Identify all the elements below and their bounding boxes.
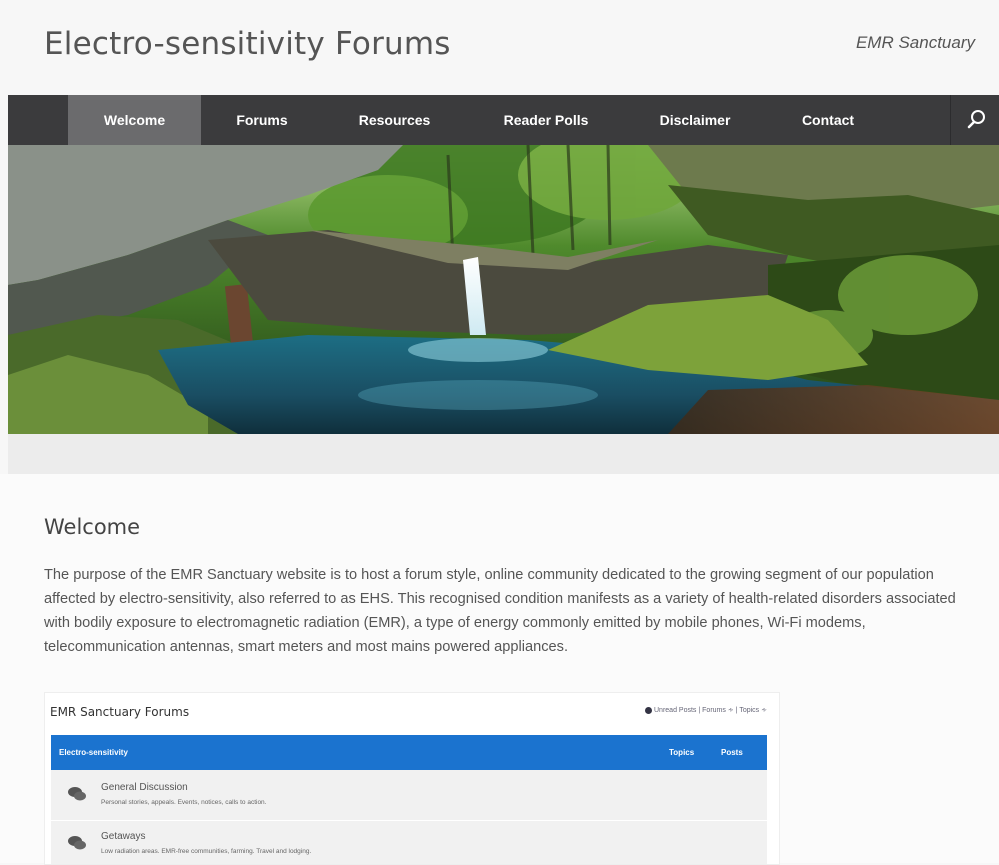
hero-divider-band: [8, 434, 999, 474]
search-button[interactable]: [950, 95, 999, 145]
nav-item-reader-polls[interactable]: Reader Polls: [466, 95, 626, 145]
column-posts: Posts: [721, 748, 743, 757]
nav-item-welcome[interactable]: Welcome: [68, 95, 201, 145]
search-icon: [967, 110, 985, 129]
chat-bubbles-icon: [68, 787, 86, 801]
forum-row-title: General Discussion: [101, 782, 188, 793]
forum-category-bar: Electro-sensitivity Topics Posts: [51, 735, 767, 770]
topics-link: Topics: [739, 707, 760, 714]
site-tagline: EMR Sanctuary: [855, 33, 975, 52]
separator: |: [735, 707, 738, 714]
unread-posts-link: Unread Posts: [654, 707, 697, 714]
forum-row-title: Getaways: [101, 831, 146, 842]
chat-bubbles-icon: [68, 836, 86, 850]
nav-item-resources[interactable]: Resources: [323, 95, 466, 145]
category-label: Electro-sensitivity: [59, 748, 128, 757]
column-topics: Topics: [669, 748, 695, 757]
forum-preview-title: EMR Sanctuary Forums: [50, 705, 190, 719]
site-header: Electro-sensitivity Forums EMR Sanctuary: [0, 0, 999, 95]
forum-row-desc: Low radiation areas. EMR-free communitie…: [101, 848, 312, 855]
forums-link: Forums: [702, 707, 726, 714]
page-heading: Welcome: [44, 515, 141, 539]
rss-icon: ∻: [727, 707, 734, 714]
forum-row-desc: Personal stories, appeals. Events, notic…: [101, 799, 267, 806]
hero-banner-image: [8, 145, 999, 434]
intro-paragraph: The purpose of the EMR Sanctuary website…: [44, 567, 956, 655]
forum-row: Getaways Low radiation areas. EMR-free c…: [51, 821, 767, 864]
main-nav: Welcome Forums Resources Reader Polls Di…: [8, 95, 999, 145]
forum-preview-image: EMR Sanctuary Forums Unread Posts | Foru…: [44, 692, 780, 865]
forum-row: General Discussion Personal stories, app…: [51, 770, 767, 821]
nav-item-disclaimer[interactable]: Disclaimer: [626, 95, 764, 145]
nav-item-forums[interactable]: Forums: [201, 95, 323, 145]
nav-item-contact[interactable]: Contact: [764, 95, 892, 145]
site-title[interactable]: Electro-sensitivity Forums: [44, 26, 451, 62]
forum-preview-links: Unread Posts | Forums ∻ | Topics ∻: [645, 706, 767, 714]
rss-icon: ∻: [761, 707, 767, 714]
unread-icon: [645, 706, 653, 714]
separator: |: [698, 707, 701, 714]
